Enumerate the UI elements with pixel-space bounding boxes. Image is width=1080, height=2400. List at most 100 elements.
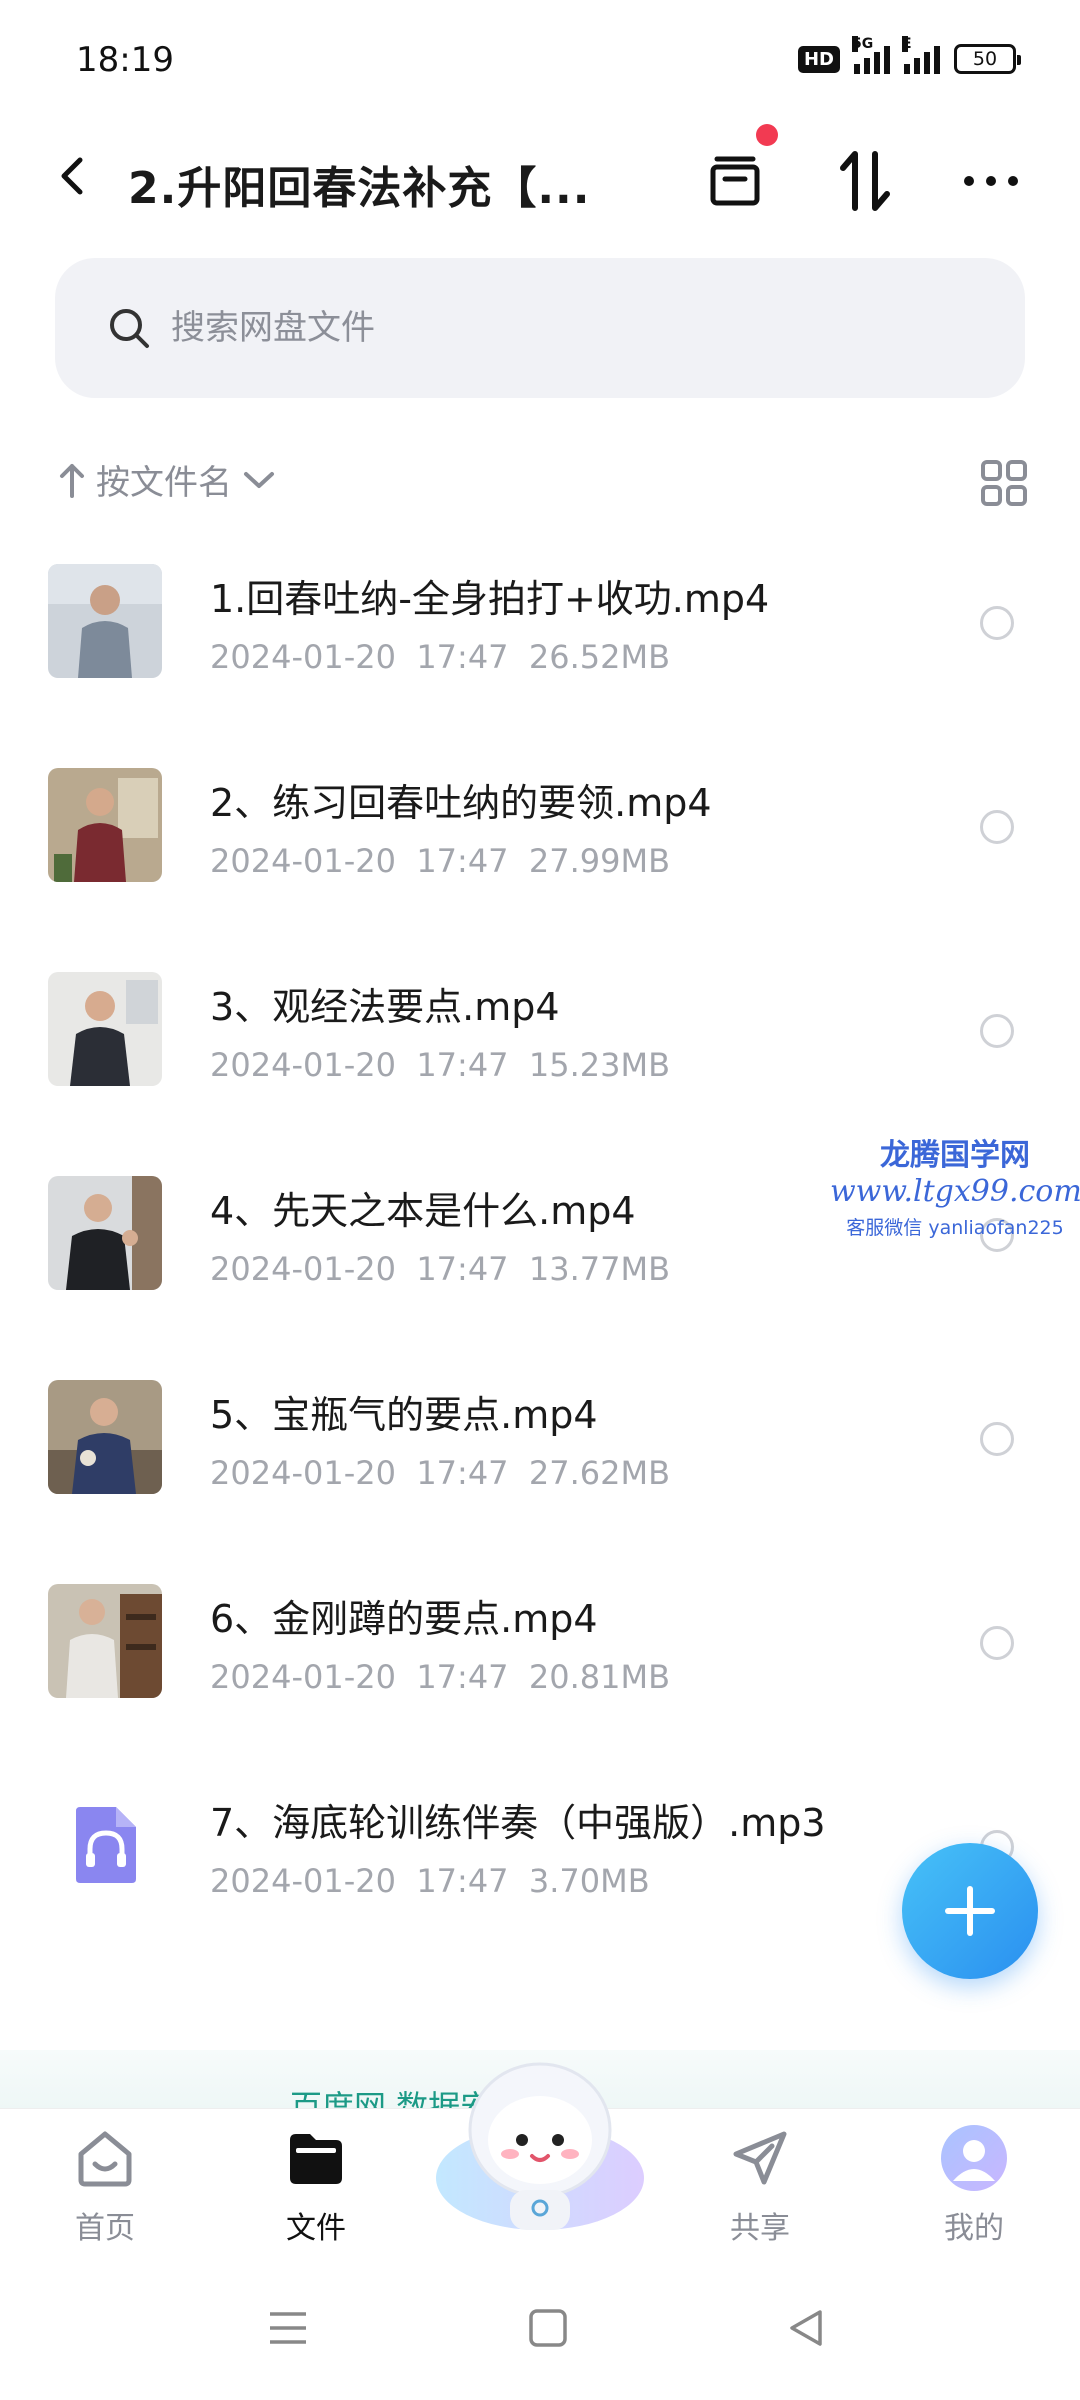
sort-transfer-button[interactable] bbox=[830, 146, 900, 216]
select-radio[interactable] bbox=[980, 1014, 1014, 1048]
file-row[interactable]: 2、练习回春吐纳的要领.mp4 2024-01-20 17:47 27.99MB bbox=[0, 744, 1080, 948]
file-meta: 2024-01-20 17:47 26.52MB bbox=[210, 638, 670, 676]
chevron-down-icon bbox=[244, 471, 274, 488]
file-date: 2024-01-20 bbox=[210, 1046, 396, 1084]
profile-icon bbox=[941, 2125, 1007, 2191]
file-time: 17:47 bbox=[416, 1250, 509, 1288]
file-row[interactable]: 1.回春吐纳-全身拍打+收功.mp4 2024-01-20 17:47 26.5… bbox=[0, 540, 1080, 744]
search-input[interactable] bbox=[171, 308, 871, 348]
search-icon bbox=[110, 309, 149, 348]
file-time: 17:47 bbox=[416, 1862, 509, 1900]
page-title: 2.升阳回春法补充【... bbox=[128, 163, 591, 214]
chevron-left-icon bbox=[61, 157, 83, 195]
transfer-list-button[interactable] bbox=[700, 124, 778, 216]
tab-label: 文件 bbox=[286, 2211, 346, 2246]
file-list: 1.回春吐纳-全身拍打+收功.mp4 2024-01-20 17:47 26.5… bbox=[0, 540, 1080, 1968]
top-header: 2.升阳回春法补充【... bbox=[0, 120, 1080, 240]
more-dots-icon bbox=[964, 176, 1018, 186]
sort-bar: 按文件名 bbox=[58, 455, 1028, 515]
file-date: 2024-01-20 bbox=[210, 1862, 396, 1900]
file-size: 27.62MB bbox=[528, 1454, 671, 1492]
battery-level: 50 bbox=[972, 48, 998, 70]
video-thumbnail bbox=[48, 1584, 162, 1698]
folder-icon bbox=[290, 2134, 342, 2184]
file-meta: 2024-01-20 17:47 3.70MB bbox=[210, 1862, 650, 1900]
file-meta: 2024-01-20 17:47 20.81MB bbox=[210, 1658, 670, 1696]
file-name: 6、金刚蹲的要点.mp4 bbox=[210, 1597, 598, 1641]
file-size: 27.99MB bbox=[528, 842, 671, 880]
signal-e-icon: E bbox=[902, 36, 940, 74]
search-bar[interactable] bbox=[55, 258, 1025, 398]
select-radio[interactable] bbox=[980, 1626, 1014, 1660]
ai-assistant-button[interactable] bbox=[430, 2050, 650, 2240]
system-nav-bar bbox=[0, 2258, 1080, 2400]
signal-5g-icon: 5G bbox=[852, 36, 890, 74]
file-name: 4、先天之本是什么.mp4 bbox=[210, 1189, 636, 1233]
file-row[interactable]: 5、宝瓶气的要点.mp4 2024-01-20 17:47 27.62MB bbox=[0, 1356, 1080, 1560]
file-name: 1.回春吐纳-全身拍打+收功.mp4 bbox=[210, 577, 770, 621]
select-radio[interactable] bbox=[980, 810, 1014, 844]
file-meta: 2024-01-20 17:47 15.23MB bbox=[210, 1046, 670, 1084]
video-thumbnail bbox=[48, 564, 162, 678]
watermark: 龙腾国学网 www.ltgx99.com 客服微信 yanliaofan225 bbox=[830, 1130, 1080, 1240]
more-button[interactable] bbox=[956, 146, 1026, 216]
tray-icon bbox=[710, 156, 760, 206]
watermark-contact: 客服微信 yanliaofan225 bbox=[846, 1217, 1064, 1239]
file-row[interactable]: 3、观经法要点.mp4 2024-01-20 17:47 15.23MB bbox=[0, 948, 1080, 1152]
mascot-icon bbox=[436, 2062, 644, 2230]
file-size: 26.52MB bbox=[528, 638, 671, 676]
file-meta: 2024-01-20 17:47 27.99MB bbox=[210, 842, 670, 880]
tab-share[interactable]: 共享 bbox=[690, 2123, 830, 2247]
tab-files[interactable]: 文件 bbox=[246, 2123, 386, 2247]
file-size: 13.77MB bbox=[528, 1250, 671, 1288]
file-time: 17:47 bbox=[416, 638, 509, 676]
file-date: 2024-01-20 bbox=[210, 1658, 396, 1696]
file-size: 20.81MB bbox=[528, 1658, 671, 1696]
file-row[interactable]: 6、金刚蹲的要点.mp4 2024-01-20 17:47 20.81MB bbox=[0, 1560, 1080, 1764]
file-time: 17:47 bbox=[416, 1658, 509, 1696]
back-nav-button[interactable] bbox=[776, 2298, 836, 2358]
file-time: 17:47 bbox=[416, 1454, 509, 1492]
file-meta: 2024-01-20 17:47 13.77MB bbox=[210, 1250, 670, 1288]
file-date: 2024-01-20 bbox=[210, 1250, 396, 1288]
select-radio[interactable] bbox=[980, 606, 1014, 640]
grid-view-button[interactable] bbox=[980, 459, 1028, 507]
select-radio[interactable] bbox=[980, 1422, 1014, 1456]
file-date: 2024-01-20 bbox=[210, 638, 396, 676]
up-down-arrows-icon bbox=[840, 151, 890, 211]
notification-badge bbox=[756, 124, 778, 146]
square-icon bbox=[529, 2309, 567, 2347]
status-bar: 18:19 HD 5G E 50 bbox=[0, 0, 1080, 120]
plus-icon bbox=[945, 1886, 995, 1936]
watermark-url: www.ltgx99.com bbox=[830, 1174, 1080, 1209]
video-thumbnail bbox=[48, 768, 162, 882]
tab-me[interactable]: 我的 bbox=[904, 2123, 1044, 2247]
file-date: 2024-01-20 bbox=[210, 842, 396, 880]
file-time: 17:47 bbox=[416, 1046, 509, 1084]
tab-label: 共享 bbox=[730, 2211, 790, 2246]
signal-5g-label: 5G bbox=[852, 36, 874, 52]
add-button[interactable] bbox=[902, 1843, 1038, 1979]
home-icon bbox=[78, 2131, 132, 2187]
file-name: 7、海底轮训练伴奏（中强版）.mp3 bbox=[210, 1801, 826, 1845]
back-button[interactable] bbox=[48, 146, 98, 206]
file-name: 2、练习回春吐纳的要领.mp4 bbox=[210, 781, 712, 825]
file-meta: 2024-01-20 17:47 27.62MB bbox=[210, 1454, 670, 1492]
tab-home[interactable]: 首页 bbox=[35, 2123, 175, 2247]
file-name: 3、观经法要点.mp4 bbox=[210, 985, 560, 1029]
file-name: 5、宝瓶气的要点.mp4 bbox=[210, 1393, 598, 1437]
audio-file-icon bbox=[48, 1788, 162, 1902]
video-thumbnail bbox=[48, 1380, 162, 1494]
watermark-title: 龙腾国学网 bbox=[880, 1138, 1030, 1173]
home-nav-button[interactable] bbox=[518, 2298, 578, 2358]
battery-icon: 50 bbox=[954, 44, 1021, 74]
menu-nav-button[interactable] bbox=[258, 2298, 318, 2358]
arrow-up-icon bbox=[60, 463, 84, 498]
sort-by-name-button[interactable]: 按文件名 bbox=[58, 455, 1028, 504]
file-size: 3.70MB bbox=[528, 1862, 650, 1900]
triangle-back-icon bbox=[790, 2310, 822, 2346]
send-icon bbox=[733, 2131, 787, 2185]
video-thumbnail bbox=[48, 1176, 162, 1290]
file-time: 17:47 bbox=[416, 842, 509, 880]
grid-icon bbox=[981, 460, 1027, 506]
